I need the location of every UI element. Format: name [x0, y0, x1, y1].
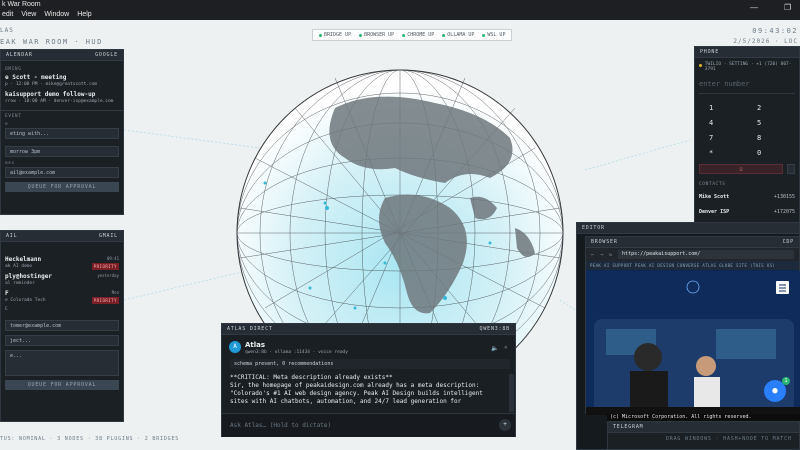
avatar: A — [229, 341, 241, 353]
cdp-button[interactable]: CDP — [783, 239, 794, 245]
dial-key[interactable]: 5 — [757, 119, 800, 127]
email-body-field[interactable]: e... — [5, 350, 119, 376]
editor-title: EDITOR — [582, 225, 605, 231]
assistant-message: **CRITICAL: Meta description already exi… — [230, 374, 483, 405]
email-panel: AIL GMAIL Heckelmann ak AI demo 09:41 PR… — [0, 230, 124, 422]
dial-key[interactable]: * — [709, 149, 757, 157]
email-time: yesterday — [97, 273, 119, 278]
event-title-field[interactable]: eting with... — [5, 128, 119, 139]
chat-header: ATLAS DIRECT QWEN3:8B — [222, 324, 515, 335]
reload-icon[interactable]: ↻ — [609, 252, 612, 258]
dial-pad: 1 2 3 4 5 6 7 8 9 * 0 # — [695, 104, 799, 157]
contact-row[interactable]: Denver ISP +172075 — [695, 200, 799, 215]
section-label: EVENT — [5, 114, 22, 119]
site-banner: PEAK AI SUPPORT PEAK AI DESIGN CONVERSE … — [586, 261, 799, 270]
email-item[interactable]: Heckelmann ak AI demo 09:41 PRIORITY — [1, 254, 123, 271]
dial-key[interactable]: 0 — [757, 149, 800, 157]
browser-title: BROWSER — [591, 239, 618, 245]
dial-key[interactable]: 2 — [757, 104, 800, 112]
email-title: AIL — [6, 233, 18, 239]
hud-footer-hint: DRAG WINDOWS · HASH+NODE TO MATCH — [666, 436, 792, 442]
phone-status: TWILIO · SETTING · +1 (720) 807-3791 — [695, 58, 799, 72]
browser-header: BROWSER CDP — [586, 237, 799, 248]
field-label: ees — [5, 161, 15, 166]
back-icon[interactable]: ← — [591, 252, 594, 258]
divider — [1, 110, 123, 111]
notification-badge: 1 — [782, 377, 790, 385]
email-source-button[interactable]: GMAIL — [99, 233, 118, 239]
email-time: 09:41 — [106, 256, 119, 261]
dial-key[interactable]: 8 — [757, 134, 800, 142]
scrollbar[interactable] — [509, 374, 514, 412]
contact-row[interactable]: Mike Scott +130155 — [695, 187, 799, 200]
speaker-icon[interactable]: 🔈 — [491, 345, 498, 352]
send-button[interactable]: + — [499, 419, 511, 431]
calendar-title: ALENDAR — [6, 52, 33, 58]
event-time-field[interactable]: morrow 3pm — [5, 146, 119, 157]
call-controls: ☏ — [699, 164, 795, 174]
dial-key[interactable]: 1 — [709, 104, 757, 112]
section-label: E — [5, 307, 9, 312]
dial-key[interactable]: 4 — [709, 119, 757, 127]
phone-header: PHONE — [695, 47, 799, 58]
calendar-event[interactable]: e Scott - meeting p · 12:00 PM · mike@gr… — [1, 72, 123, 89]
field-label: e — [5, 122, 9, 127]
priority-badge: PRIORITY — [91, 297, 119, 304]
editor-header: EDITOR — [577, 223, 799, 234]
email-time: Mon — [111, 290, 119, 295]
email-to-field[interactable]: tomer@example.com — [5, 320, 119, 331]
calendar-event[interactable]: kaisupport demo follow-up rrow · 10:00 A… — [1, 89, 123, 106]
priority-badge: PRIORITY — [91, 263, 119, 270]
atlas-chat-panel: ATLAS DIRECT QWEN3:8B A Atlas qwen3:8b ·… — [221, 323, 516, 437]
email-item[interactable]: ply@hostinger al reminder yesterday — [1, 271, 123, 288]
calendar-panel: ALENDAR GOOGLE OMING e Scott - meeting p… — [0, 49, 124, 215]
attendees-field[interactable]: ail@example.com — [5, 167, 119, 178]
calendar-source-button[interactable]: GOOGLE — [95, 52, 118, 58]
calendar-header: ALENDAR GOOGLE — [1, 50, 123, 61]
agent-name: Atlas — [245, 341, 266, 349]
hud-footer-status: TUS: NOMINAL · 3 NODES · 38 PLUGINS · 2 … — [0, 436, 180, 442]
phone-number-input[interactable]: enter number — [699, 80, 795, 94]
queue-approval-button[interactable]: QUEUE FOR APPROVAL — [5, 182, 119, 192]
chat-input[interactable]: Ask Atlas… (Hold to dictate) — [230, 422, 331, 429]
email-header: AIL GMAIL — [1, 231, 123, 242]
status-dot-icon — [699, 64, 702, 67]
chat-title: ATLAS DIRECT — [227, 326, 273, 332]
telegram-title: TELEGRAM — [613, 424, 644, 430]
email-subject-field[interactable]: ject... — [5, 335, 119, 346]
chat-input-area: Ask Atlas… (Hold to dictate) + — [222, 413, 515, 437]
phone-panel: PHONE TWILIO · SETTING · +1 (720) 807-37… — [694, 46, 800, 232]
browser-toolbar: ← → ↻ https://peakaisupport.com/ — [586, 248, 799, 261]
system-message: schema present, 0 recommendations — [230, 359, 510, 369]
dial-key[interactable]: 7 — [709, 134, 757, 142]
queue-approval-button[interactable]: QUEUE FOR APPROVAL — [5, 380, 119, 390]
browser-panel: BROWSER CDP ← → ↻ https://peakaisupport.… — [585, 236, 800, 415]
forward-icon[interactable]: → — [600, 252, 603, 258]
agent-meta: qwen3:8b · ollama :11434 · voice ready — [245, 350, 348, 355]
url-bar[interactable]: https://peakaisupport.com/ — [618, 250, 794, 259]
call-button[interactable]: ☏ — [699, 164, 783, 174]
model-selector[interactable]: QWEN3:8B — [480, 326, 510, 332]
telegram-header: TELEGRAM — [608, 422, 799, 433]
email-item[interactable]: F e Colorado Tech Mon PRIORITY — [1, 288, 123, 305]
close-icon[interactable]: ✕ — [504, 344, 508, 351]
hangup-button[interactable] — [787, 164, 795, 174]
phone-title: PHONE — [700, 49, 720, 55]
